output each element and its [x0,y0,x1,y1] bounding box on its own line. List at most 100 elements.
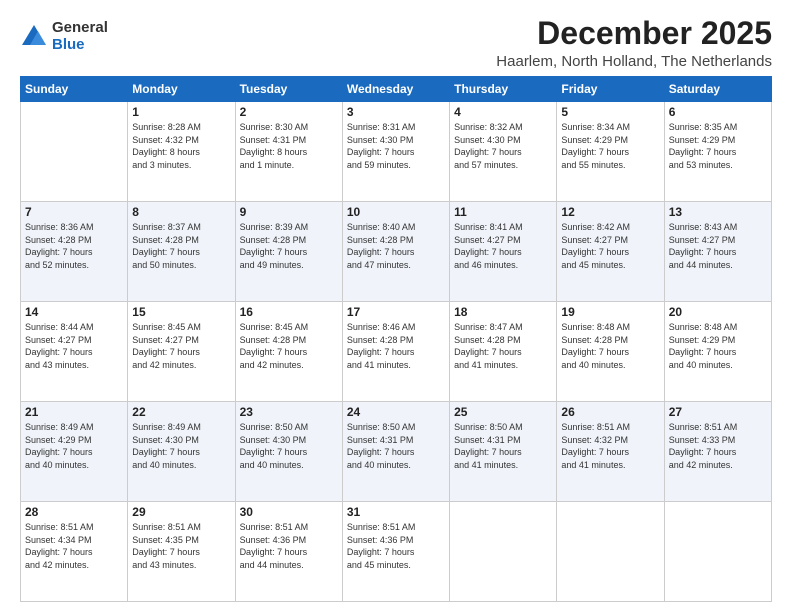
day-number: 10 [347,205,445,219]
table-row: 13 Sunrise: 8:43 AM Sunset: 4:27 PM Dayli… [664,202,771,302]
logo-blue: Blue [52,37,108,54]
logo-icon [20,23,48,51]
table-row: 22Sunrise: 8:49 AM Sunset: 4:30 PM Dayli… [128,402,235,502]
day-number: 8 [132,205,230,219]
col-sunday: Sunday [21,77,128,102]
table-row: 3Sunrise: 8:31 AM Sunset: 4:30 PM Daylig… [342,102,449,202]
table-row [21,102,128,202]
day-info: Sunrise: 8:31 AM Sunset: 4:30 PM Dayligh… [347,121,445,171]
table-row: 1Sunrise: 8:28 AM Sunset: 4:32 PM Daylig… [128,102,235,202]
day-info: Sunrise: 8:51 AM Sunset: 4:34 PM Dayligh… [25,521,123,571]
table-row: 9 Sunrise: 8:39 AM Sunset: 4:28 PM Daylig… [235,202,342,302]
day-info: Sunrise: 8:41 AM Sunset: 4:27 PM Dayligh… [454,221,552,271]
header: General Blue December 2025 Haarlem, Nort… [20,16,772,70]
table-row: 12Sunrise: 8:42 AM Sunset: 4:27 PM Dayli… [557,202,664,302]
page: General Blue December 2025 Haarlem, Nort… [0,0,792,612]
day-number: 26 [561,405,659,419]
day-number: 29 [132,505,230,519]
day-info: Sunrise: 8:40 AM Sunset: 4:28 PM Dayligh… [347,221,445,271]
table-row: 11Sunrise: 8:41 AM Sunset: 4:27 PM Dayli… [450,202,557,302]
logo-general: General [52,20,108,37]
day-number: 14 [25,305,123,319]
day-number: 7 [25,205,123,219]
col-wednesday: Wednesday [342,77,449,102]
day-number: 31 [347,505,445,519]
table-row: 25 Sunrise: 8:50 AM Sunset: 4:31 PM Dayli… [450,402,557,502]
col-monday: Monday [128,77,235,102]
day-number: 19 [561,305,659,319]
day-number: 2 [240,105,338,119]
table-row: 6 Sunrise: 8:35 AM Sunset: 4:29 PM Daylig… [664,102,771,202]
day-info: Sunrise: 8:39 AM Sunset: 4:28 PM Dayligh… [240,221,338,271]
col-thursday: Thursday [450,77,557,102]
day-number: 21 [25,405,123,419]
day-info: Sunrise: 8:51 AM Sunset: 4:36 PM Dayligh… [347,521,445,571]
day-number: 28 [25,505,123,519]
col-saturday: Saturday [664,77,771,102]
table-row: 8 Sunrise: 8:37 AM Sunset: 4:28 PM Daylig… [128,202,235,302]
day-number: 5 [561,105,659,119]
day-number: 17 [347,305,445,319]
day-info: Sunrise: 8:36 AM Sunset: 4:28 PM Dayligh… [25,221,123,271]
day-number: 6 [669,105,767,119]
col-friday: Friday [557,77,664,102]
day-info: Sunrise: 8:51 AM Sunset: 4:36 PM Dayligh… [240,521,338,571]
calendar-week-row: 7 Sunrise: 8:36 AM Sunset: 4:28 PM Daylig… [21,202,772,302]
day-info: Sunrise: 8:51 AM Sunset: 4:32 PM Dayligh… [561,421,659,471]
table-row: 2 Sunrise: 8:30 AM Sunset: 4:31 PM Daylig… [235,102,342,202]
table-row: 24 Sunrise: 8:50 AM Sunset: 4:31 PM Dayli… [342,402,449,502]
table-row [557,502,664,602]
table-row: 26 Sunrise: 8:51 AM Sunset: 4:32 PM Dayli… [557,402,664,502]
table-row: 19 Sunrise: 8:48 AM Sunset: 4:28 PM Dayli… [557,302,664,402]
day-number: 20 [669,305,767,319]
table-row: 29 Sunrise: 8:51 AM Sunset: 4:35 PM Dayli… [128,502,235,602]
title-section: December 2025 Haarlem, North Holland, Th… [496,16,772,70]
calendar-week-row: 21 Sunrise: 8:49 AM Sunset: 4:29 PM Dayli… [21,402,772,502]
day-number: 4 [454,105,552,119]
table-row: 21 Sunrise: 8:49 AM Sunset: 4:29 PM Dayli… [21,402,128,502]
col-tuesday: Tuesday [235,77,342,102]
table-row: 16 Sunrise: 8:45 AM Sunset: 4:28 PM Dayli… [235,302,342,402]
table-row: 17 Sunrise: 8:46 AM Sunset: 4:28 PM Dayli… [342,302,449,402]
day-number: 16 [240,305,338,319]
table-row: 30Sunrise: 8:51 AM Sunset: 4:36 PM Dayli… [235,502,342,602]
logo: General Blue [20,20,108,53]
day-info: Sunrise: 8:48 AM Sunset: 4:28 PM Dayligh… [561,321,659,371]
day-info: Sunrise: 8:51 AM Sunset: 4:33 PM Dayligh… [669,421,767,471]
day-info: Sunrise: 8:34 AM Sunset: 4:29 PM Dayligh… [561,121,659,171]
table-row: 27Sunrise: 8:51 AM Sunset: 4:33 PM Dayli… [664,402,771,502]
day-number: 25 [454,405,552,419]
table-row: 20Sunrise: 8:48 AM Sunset: 4:29 PM Dayli… [664,302,771,402]
day-number: 9 [240,205,338,219]
day-info: Sunrise: 8:51 AM Sunset: 4:35 PM Dayligh… [132,521,230,571]
table-row: 5 Sunrise: 8:34 AM Sunset: 4:29 PM Daylig… [557,102,664,202]
table-row: 23Sunrise: 8:50 AM Sunset: 4:30 PM Dayli… [235,402,342,502]
table-row [450,502,557,602]
table-row: 7 Sunrise: 8:36 AM Sunset: 4:28 PM Daylig… [21,202,128,302]
day-info: Sunrise: 8:37 AM Sunset: 4:28 PM Dayligh… [132,221,230,271]
day-info: Sunrise: 8:45 AM Sunset: 4:28 PM Dayligh… [240,321,338,371]
table-row: 28 Sunrise: 8:51 AM Sunset: 4:34 PM Dayli… [21,502,128,602]
main-title: December 2025 [496,16,772,51]
calendar-week-row: 14Sunrise: 8:44 AM Sunset: 4:27 PM Dayli… [21,302,772,402]
day-info: Sunrise: 8:45 AM Sunset: 4:27 PM Dayligh… [132,321,230,371]
day-info: Sunrise: 8:30 AM Sunset: 4:31 PM Dayligh… [240,121,338,171]
table-row: 14Sunrise: 8:44 AM Sunset: 4:27 PM Dayli… [21,302,128,402]
day-number: 24 [347,405,445,419]
calendar-header-row: Sunday Monday Tuesday Wednesday Thursday… [21,77,772,102]
day-number: 18 [454,305,552,319]
day-info: Sunrise: 8:49 AM Sunset: 4:30 PM Dayligh… [132,421,230,471]
day-number: 23 [240,405,338,419]
day-info: Sunrise: 8:46 AM Sunset: 4:28 PM Dayligh… [347,321,445,371]
day-number: 1 [132,105,230,119]
day-info: Sunrise: 8:49 AM Sunset: 4:29 PM Dayligh… [25,421,123,471]
day-info: Sunrise: 8:43 AM Sunset: 4:27 PM Dayligh… [669,221,767,271]
calendar-table: Sunday Monday Tuesday Wednesday Thursday… [20,76,772,602]
subtitle: Haarlem, North Holland, The Netherlands [496,53,772,70]
table-row: 10 Sunrise: 8:40 AM Sunset: 4:28 PM Dayli… [342,202,449,302]
day-info: Sunrise: 8:50 AM Sunset: 4:31 PM Dayligh… [454,421,552,471]
day-info: Sunrise: 8:35 AM Sunset: 4:29 PM Dayligh… [669,121,767,171]
day-number: 13 [669,205,767,219]
day-info: Sunrise: 8:47 AM Sunset: 4:28 PM Dayligh… [454,321,552,371]
day-info: Sunrise: 8:50 AM Sunset: 4:31 PM Dayligh… [347,421,445,471]
